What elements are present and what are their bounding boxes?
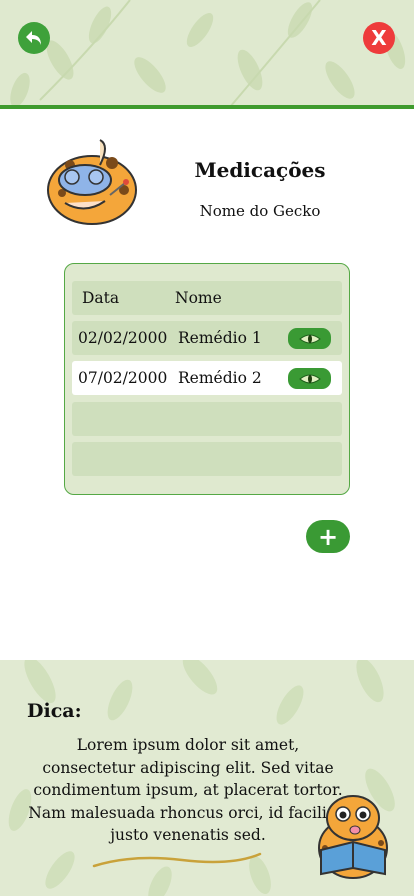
table-row: 07/02/2000 Remédio 2 bbox=[72, 361, 342, 395]
sleeping-gecko-illustration bbox=[47, 139, 137, 225]
eye-icon bbox=[298, 334, 321, 343]
back-button[interactable] bbox=[18, 22, 50, 54]
view-medication-button[interactable] bbox=[288, 328, 331, 349]
row-date: 07/02/2000 bbox=[78, 369, 168, 387]
undo-arrow-icon bbox=[26, 31, 41, 45]
add-medication-button[interactable]: + bbox=[306, 520, 350, 553]
row-name: Remédio 2 bbox=[178, 369, 262, 387]
row-date: 02/02/2000 bbox=[78, 329, 168, 347]
header-divider bbox=[0, 105, 414, 109]
tip-label: Dica: bbox=[27, 700, 82, 722]
empty-table-row bbox=[72, 402, 342, 436]
eye-icon bbox=[298, 374, 321, 383]
close-x-icon: X bbox=[371, 26, 387, 50]
reading-gecko-illustration bbox=[318, 795, 388, 879]
table-header-row: Data Nome bbox=[72, 281, 342, 315]
swoosh-decoration bbox=[92, 852, 262, 868]
column-header-date: Data bbox=[82, 289, 120, 307]
leaf-pattern-decoration bbox=[10, 0, 406, 107]
table-row: 02/02/2000 Remédio 1 bbox=[72, 321, 342, 355]
tip-footer: Dica: Lorem ipsum dolor sit amet, consec… bbox=[0, 660, 414, 896]
view-medication-button[interactable] bbox=[288, 368, 331, 389]
empty-table-row bbox=[72, 442, 342, 476]
close-button[interactable]: X bbox=[363, 22, 395, 54]
gecko-name: Nome do Gecko bbox=[199, 202, 321, 220]
plus-icon: + bbox=[317, 522, 339, 551]
tip-text: Lorem ipsum dolor sit amet, consectetur … bbox=[28, 736, 348, 844]
page-title: Medicações bbox=[194, 158, 326, 182]
header-banner: X bbox=[0, 0, 414, 107]
medications-table: Data Nome 02/02/2000 Remédio 1 07/02/200… bbox=[64, 263, 350, 495]
row-name: Remédio 1 bbox=[178, 329, 262, 347]
column-header-name: Nome bbox=[175, 289, 222, 307]
